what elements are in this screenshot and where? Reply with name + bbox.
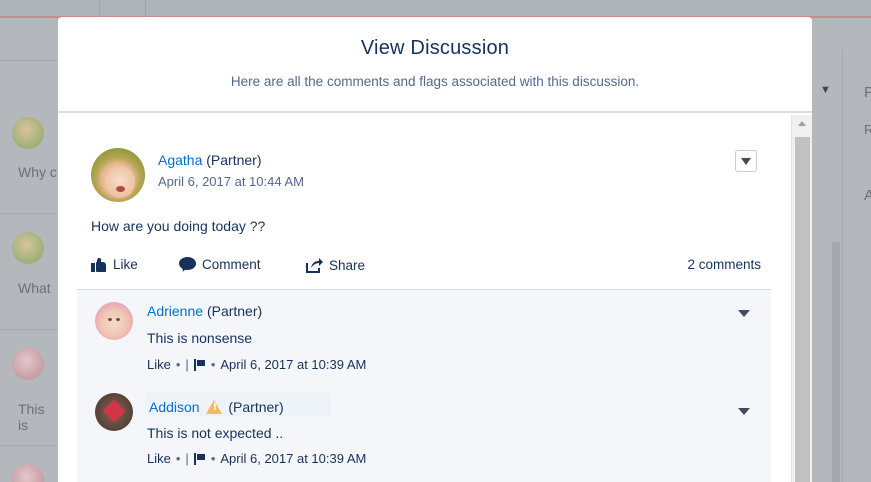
modal-title: View Discussion: [360, 37, 510, 59]
background-avatar: [12, 232, 44, 264]
share-icon: [306, 257, 323, 273]
separator-dot: •: [210, 451, 216, 466]
post-actions: Like Comment Share 2 comments: [91, 257, 761, 277]
speech-bubble-icon: [179, 257, 196, 273]
background-feed-row: This is: [0, 330, 58, 446]
comment-author: Adrienne (Partner): [147, 303, 262, 319]
chevron-down-icon: [738, 408, 750, 415]
background-feed-column: Why c What This is: [0, 20, 58, 482]
share-button[interactable]: Share: [306, 257, 365, 273]
warning-icon: [206, 400, 223, 414]
comment-item: Adrienne (Partner) This is nonsense Like…: [77, 290, 771, 385]
comment-author-role: (Partner): [228, 399, 284, 415]
comment-timestamp[interactable]: April 6, 2017 at 10:39 AM: [220, 357, 366, 372]
avatar-face: [105, 166, 135, 198]
separator-dot: •: [175, 357, 181, 372]
background-letter: P: [864, 84, 871, 101]
comment-item: Addison (Partner) This is not expected .…: [77, 387, 771, 482]
chevron-down-icon: ▼: [820, 84, 831, 96]
comments-list: Adrienne (Partner) This is nonsense Like…: [77, 289, 771, 482]
separator-dot: •: [210, 357, 216, 372]
background-snippet: This is: [18, 401, 45, 433]
like-label: Like: [113, 257, 138, 272]
scrollbar-thumb[interactable]: [795, 137, 810, 482]
chevron-down-icon: [738, 310, 750, 317]
scroll-up-arrow-icon[interactable]: [798, 121, 806, 126]
comment-body: This is not expected ..: [147, 425, 284, 441]
flag-icon[interactable]: [193, 452, 206, 465]
background-snippet: Why c: [18, 164, 57, 180]
background-top-bar: [0, 0, 871, 18]
chevron-down-icon: [741, 158, 751, 165]
flag-icon[interactable]: [193, 358, 206, 371]
separator-bar: |: [185, 451, 189, 466]
comment-author: Addison (Partner): [149, 398, 284, 415]
separator-dot: •: [175, 451, 181, 466]
background-letter: A: [864, 187, 871, 204]
background-scrollbar: [832, 242, 840, 482]
background-avatar: [12, 464, 44, 482]
comment-like-link[interactable]: Like: [147, 451, 171, 466]
comment-menu-button[interactable]: [738, 408, 750, 415]
background-letter: R: [864, 122, 871, 137]
comment-author-link[interactable]: Addison: [149, 399, 200, 415]
comment-author-role: (Partner): [206, 303, 263, 319]
comment-like-link[interactable]: Like: [147, 357, 171, 372]
avatar[interactable]: [91, 148, 145, 202]
separator-bar: |: [185, 357, 189, 372]
comment-label: Comment: [202, 257, 261, 272]
background-tab: [100, 0, 146, 18]
modal-header: View Discussion Here are all the comment…: [58, 17, 812, 113]
background-snippet: What: [18, 280, 51, 296]
background-feed-row: What: [0, 214, 58, 330]
modal-body: Agatha (Partner) April 6, 2017 at 10:44 …: [58, 115, 812, 482]
comment-meta: Like • | • April 6, 2017 at 10:39 AM: [147, 451, 366, 466]
share-label: Share: [329, 257, 366, 273]
comments-count-link[interactable]: 2 comments: [687, 257, 761, 272]
post-author-link[interactable]: Agatha: [158, 152, 202, 168]
comment-author-link[interactable]: Adrienne: [147, 303, 203, 319]
avatar[interactable]: [95, 393, 133, 431]
like-button[interactable]: Like: [91, 257, 138, 272]
post-author-role: (Partner): [206, 152, 262, 168]
avatar[interactable]: [95, 302, 133, 340]
background-tab: [0, 0, 100, 18]
avatar-mouth: [116, 186, 125, 192]
comment-body: This is nonsense: [147, 330, 253, 346]
background-avatar: [12, 348, 44, 380]
modal-scrollbar[interactable]: [791, 115, 812, 482]
background-avatar: [12, 117, 44, 149]
background-divider: [842, 50, 843, 482]
background-feed-row: Why c: [0, 60, 58, 214]
post-timestamp[interactable]: April 6, 2017 at 10:44 AM: [158, 174, 304, 189]
comment-menu-button[interactable]: [738, 310, 750, 317]
post-body: How are you doing today ??: [91, 218, 266, 234]
modal-subtitle: Here are all the comments and flags asso…: [230, 74, 640, 89]
comment-timestamp[interactable]: April 6, 2017 at 10:39 AM: [220, 451, 366, 466]
comment-meta: Like • | • April 6, 2017 at 10:39 AM: [147, 357, 366, 372]
post-menu-button[interactable]: [735, 150, 757, 172]
comment-button[interactable]: Comment: [179, 257, 261, 273]
post-author: Agatha (Partner): [158, 152, 262, 168]
view-discussion-modal: View Discussion Here are all the comment…: [58, 17, 812, 482]
background-side-panel: ▼ P R A: [812, 20, 871, 482]
thumbs-up-icon: [91, 257, 107, 272]
